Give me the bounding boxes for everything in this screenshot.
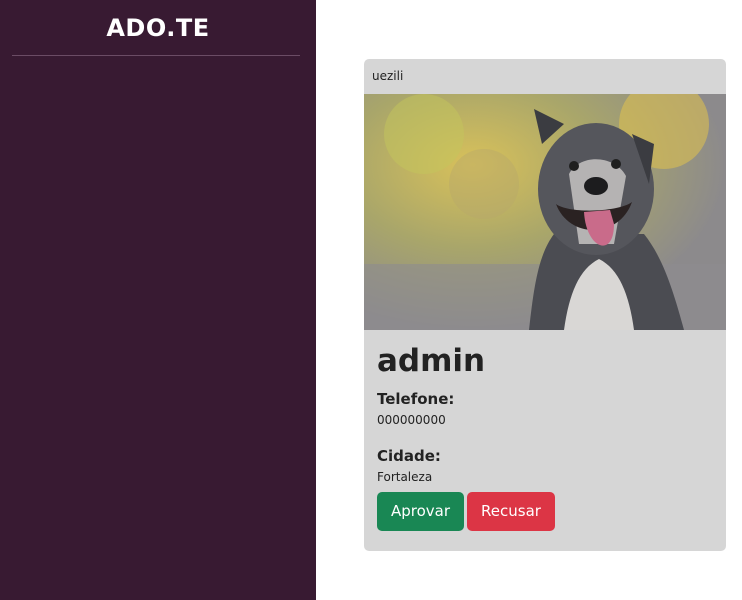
card-title: admin [377,343,486,379]
reject-button[interactable]: Recusar [467,492,555,531]
city-label: Cidade: [377,447,441,465]
approve-button[interactable]: Aprovar [377,492,465,531]
sidebar-divider [12,55,300,56]
card-header-username: uezili [372,69,404,83]
brand-logo[interactable]: ADO.TE [0,0,316,43]
phone-value: 000000000 [377,413,446,427]
city-value: Fortaleza [377,470,433,484]
request-card: uezili admin Telefone: 000000000 Cidade:… [364,59,726,551]
sidebar: ADO.TE [0,0,316,600]
card-body: admin Telefone: 000000000 Cidade: Fortal… [377,330,713,531]
phone-label: Telefone: [377,390,455,408]
pet-photo [364,94,726,330]
card-actions: Aprovar Recusar [377,492,713,531]
dog-image [364,94,726,330]
